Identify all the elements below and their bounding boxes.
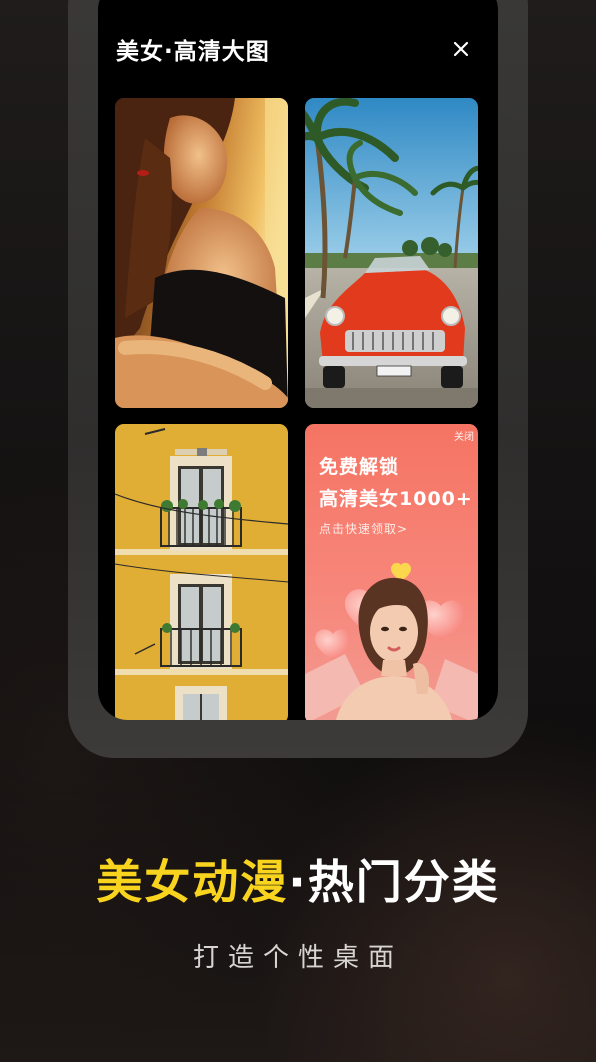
ad-cta-link[interactable]: 点击快速领取> [319,520,408,537]
ad-headline-line2: 高清美女1000+ [319,488,473,510]
ad-headline-line1: 免费解锁 [319,456,400,478]
phone-screen: 美女·高清大图 关闭 免费解锁 高清美女1000+ 点击快速领取> [98,0,498,720]
promo-headline: 美女动漫·热门分类 [0,850,596,914]
gallery-tile-car[interactable] [305,98,478,408]
gallery-tile-woman[interactable] [115,98,288,408]
close-icon [453,41,469,57]
close-button[interactable] [450,38,472,60]
woman-portrait-image [115,98,288,408]
ad-close-button[interactable]: 关闭 [454,428,474,443]
yellow-building-image [115,424,288,720]
promo-subheadline: 打造个性桌面 [192,943,403,973]
red-car-image [305,98,478,408]
ad-card[interactable]: 关闭 免费解锁 高清美女1000+ 点击快速领取> [305,424,478,720]
headline-highlight: 美女动漫 [96,855,289,909]
popup-title: 美女·高清大图 [116,39,270,65]
gallery-tile-building[interactable] [115,424,288,720]
headline-rest: ·热门分类 [288,855,500,909]
